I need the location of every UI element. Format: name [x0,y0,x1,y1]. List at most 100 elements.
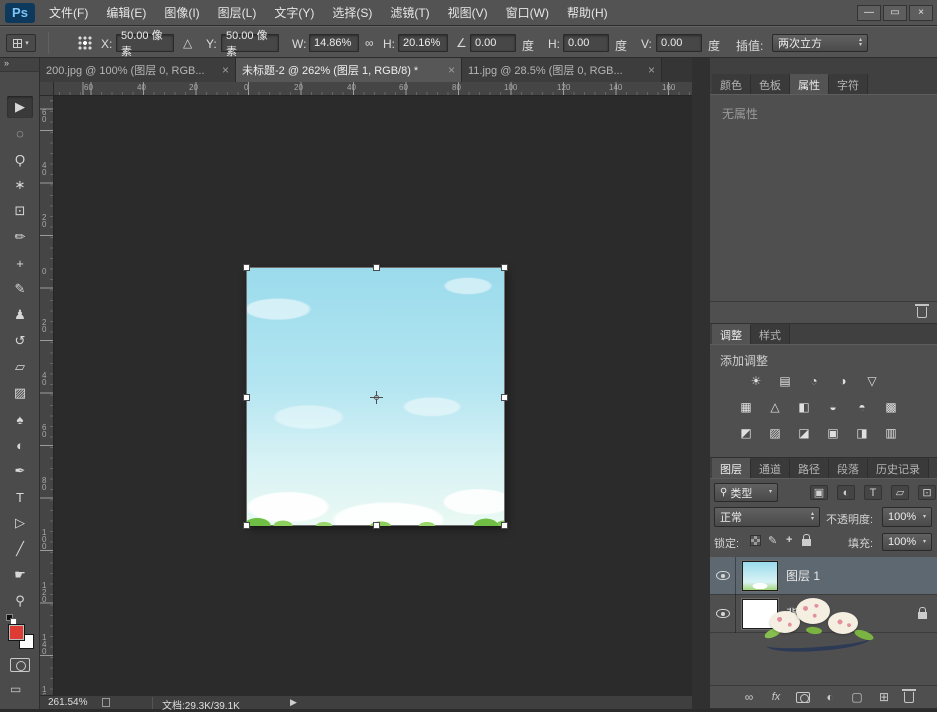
exposure-icon[interactable]: ◑ [833,373,853,389]
tab-styles[interactable]: 样式 [751,324,790,344]
restore-button[interactable]: ▭ [883,4,907,21]
eraser-tool[interactable]: ▱ [7,356,33,378]
doc-tab-11jpg[interactable]: 11.jpg @ 28.5% (图层 0, RGB... × [462,58,662,82]
toolbar-collapse-chevron[interactable]: » [0,58,39,72]
zoom-level[interactable]: 261.54% [48,697,87,708]
screen-mode-button[interactable]: ▭ [10,682,21,696]
menu-select[interactable]: 选择(S) [332,4,372,21]
color-balance-icon[interactable]: △ [765,399,785,415]
doc-tab-200jpg[interactable]: 200.jpg @ 100% (图层 0, RGB... × [40,58,236,82]
layer-thumbnail[interactable] [741,597,779,630]
hskew-input[interactable]: 0.00 [563,34,609,52]
tab-adjustments[interactable]: 调整 [712,324,751,344]
lock-position-icon[interactable]: + [786,534,792,546]
tab-character[interactable]: 字符 [829,74,868,94]
angle-input[interactable]: 0.00 [470,34,516,52]
clone-stamp-tool[interactable]: ♟ [7,304,33,326]
interpolation-select[interactable]: 两次立方 ▴ ▾ [772,34,868,52]
shape-layer-filter-icon[interactable]: ▱ [891,485,909,500]
hue-saturation-icon[interactable]: ▦ [736,399,756,415]
curves-icon[interactable]: ◔ [804,373,824,389]
transform-handle-bottomleft[interactable] [243,522,250,529]
layer-name[interactable]: 背景 [786,605,810,622]
menu-layer[interactable]: 图层(L) [218,4,257,21]
delta-icon[interactable]: △ [183,36,192,50]
adjustment-layer-filter-icon[interactable]: ◐ [837,485,855,500]
transform-center-point[interactable] [370,391,383,404]
tab-history[interactable]: 历史记录 [868,458,929,478]
healing-brush-tool[interactable]: + [7,252,33,274]
doc-tab-untitled2[interactable]: 未标题-2 @ 262% (图层 1, RGB/8) * × [236,58,462,82]
link-dimensions-icon[interactable]: ∞ [365,36,374,50]
photo-filter-icon[interactable]: ◒ [823,399,843,415]
fill-select[interactable]: 100% ▾ [882,533,932,551]
foreground-color-swatch[interactable] [8,624,25,641]
color-lookup-icon[interactable]: ▩ [881,399,901,415]
new-layer-icon[interactable]: ⊞ [877,690,891,704]
transform-handle-topmid[interactable] [373,264,380,271]
threshold-icon[interactable]: ◪ [794,425,814,441]
menu-help[interactable]: 帮助(H) [567,4,608,21]
pen-tool[interactable]: ✒ [7,460,33,482]
marquee-tool[interactable]: ◌ [7,122,33,144]
type-tool[interactable]: T [7,486,33,508]
menu-view[interactable]: 视图(V) [448,4,488,21]
layer-visibility-toggle[interactable] [710,594,736,633]
x-input[interactable]: 50.00 像素 [116,30,174,58]
move-tool[interactable]: ▶ [7,96,33,118]
lock-all-icon[interactable] [802,534,811,546]
quick-mask-button[interactable] [10,658,30,672]
tab-paths[interactable]: 路径 [790,458,829,478]
vibrance-icon[interactable]: ▽ [862,373,882,389]
menu-file[interactable]: 文件(F) [49,4,88,21]
delete-layer-icon[interactable] [902,688,916,703]
reference-point-locator[interactable] [78,36,92,50]
blend-mode-select[interactable]: 正常 ▴ ▾ [714,507,820,527]
line-tool[interactable]: ╱ [7,538,33,560]
transform-handle-midleft[interactable] [243,394,250,401]
close-button[interactable]: × [909,4,933,21]
gradient-map-icon[interactable]: ▣ [823,425,843,441]
layer-mask-icon[interactable] [796,691,810,703]
layer-effects-icon[interactable]: fx [769,691,783,703]
zoom-tool[interactable]: ⚲ [7,590,33,612]
pixel-layer-filter-icon[interactable]: ▣ [810,485,828,500]
trash-icon[interactable] [915,304,929,318]
dodge-tool[interactable]: ◐ [7,434,33,456]
layer-row-background[interactable]: 背景 [710,594,937,633]
tab-swatches[interactable]: 色板 [751,74,790,94]
close-tab-icon[interactable]: × [222,63,229,77]
status-options-arrow[interactable]: ▶ [290,697,297,708]
layer-name[interactable]: 图层 1 [786,567,820,584]
width-input[interactable]: 14.86% [309,34,359,52]
transform-handle-topleft[interactable] [243,264,250,271]
blur-tool[interactable]: ♠ [7,408,33,430]
tab-layers[interactable]: 图层 [712,458,751,478]
eyedropper-tool[interactable]: ✏ [7,226,33,248]
menu-image[interactable]: 图像(I) [164,4,199,21]
close-tab-icon[interactable]: × [648,63,655,77]
lock-image-icon[interactable]: ✎ [768,534,777,547]
path-select-tool[interactable]: ▷ [7,512,33,534]
link-layers-icon[interactable]: ∞ [742,690,756,704]
menu-window[interactable]: 窗口(W) [506,4,549,21]
adjustment-layer-icon[interactable]: ◐ [823,690,837,704]
crop-tool[interactable]: ⊡ [7,200,33,222]
tool-preset-picker[interactable]: ▾ [6,34,36,52]
lasso-tool[interactable]: Ϙ [7,148,33,170]
posterize-icon[interactable]: ▨ [765,425,785,441]
layer-visibility-toggle[interactable] [710,556,736,595]
tab-channels[interactable]: 通道 [751,458,790,478]
tab-properties[interactable]: 属性 [790,74,829,94]
menu-filter[interactable]: 滤镜(T) [390,4,429,21]
quick-select-tool[interactable]: ∗ [7,174,33,196]
layer-filter-type-select[interactable]: ⚲ 类型 ▾ [714,483,778,502]
tab-color[interactable]: 颜色 [712,74,751,94]
menu-edit[interactable]: 编辑(E) [106,4,146,21]
gradient-tool[interactable]: ▨ [7,382,33,404]
brightness-contrast-icon[interactable]: ☀ [746,373,766,389]
opacity-select[interactable]: 100% ▾ [882,507,932,527]
y-input[interactable]: 50.00 像素 [221,30,279,58]
tab-paragraph[interactable]: 段落 [829,458,868,478]
black-white-icon[interactable]: ◧ [794,399,814,415]
